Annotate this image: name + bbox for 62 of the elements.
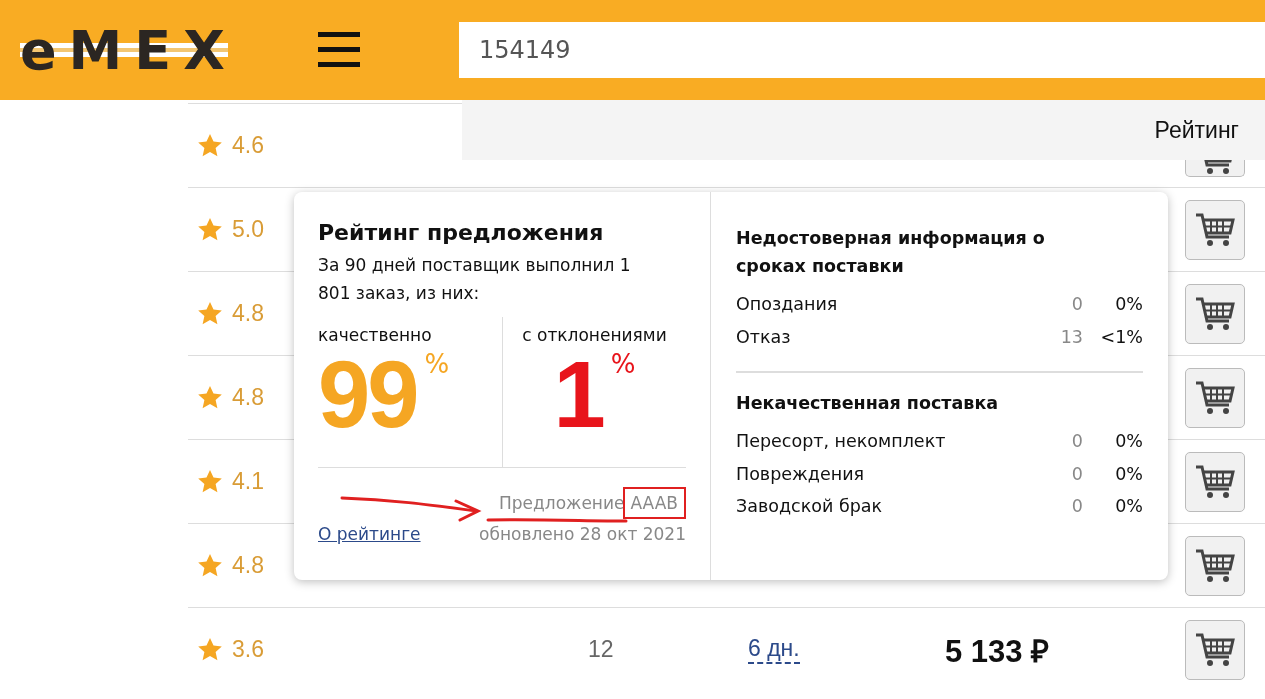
summary-text: За 90 дней поставщик выполнил 1 801 заказ, из них:	[318, 254, 632, 305]
about-rating-link[interactable]: О рейтинге	[318, 524, 421, 544]
rating: 4.8	[232, 552, 264, 579]
cart-icon	[1195, 631, 1235, 668]
cart-icon	[1195, 295, 1235, 332]
percent-sign: %	[610, 349, 636, 379]
metric-label: Повреждения	[736, 462, 866, 486]
metric-percent: 0%	[1114, 462, 1143, 486]
star-icon	[198, 302, 222, 325]
metric-count: 13	[1059, 325, 1083, 349]
metric-count: 0	[1070, 293, 1083, 316]
section-title: Недостоверная информация о сроках поставки	[736, 227, 1046, 278]
search-field[interactable]: 154149	[459, 22, 1265, 78]
percent-sign: %	[424, 349, 450, 379]
metric-label: Отказ	[736, 325, 792, 349]
sort-panel[interactable]: Рейтинг	[462, 100, 1265, 160]
cart-button[interactable]	[1185, 451, 1245, 512]
share-label: с отклонениями	[522, 325, 667, 345]
metric-percent: <1%	[1099, 325, 1143, 349]
star-icon	[198, 470, 222, 493]
quantity: 12	[587, 636, 614, 662]
cart-icon	[1195, 547, 1235, 584]
star-icon	[198, 554, 222, 577]
metric-percent: 0%	[1114, 495, 1143, 518]
cart-button[interactable]	[1185, 283, 1245, 344]
offer-class: AAAB	[622, 487, 686, 519]
cart-icon	[1195, 211, 1235, 248]
rating: 4.8	[232, 384, 264, 411]
popup-title: Рейтинг предложения	[318, 220, 605, 245]
cart-button[interactable]	[1185, 535, 1245, 596]
share-value: 1	[553, 345, 603, 445]
cart-button[interactable]	[1185, 619, 1245, 680]
cart-button[interactable]	[1185, 367, 1245, 428]
delivery-link[interactable]: 6 дн.	[748, 635, 800, 664]
share-label: качественно	[318, 325, 432, 345]
metric-label: Пересорт, некомплект	[736, 430, 947, 453]
price: 5 133 ₽	[944, 633, 1050, 669]
menu-icon[interactable]	[318, 32, 360, 68]
metric-count: 0	[1070, 430, 1083, 453]
star-icon	[198, 638, 222, 661]
section-title: Некачественная поставка	[736, 392, 1000, 415]
metric-count: 0	[1070, 462, 1083, 486]
offer-label: Предложение	[499, 493, 625, 513]
star-icon	[198, 218, 222, 241]
cart-icon	[1195, 379, 1235, 416]
updated-date: обновлено 28 окт 2021	[479, 524, 686, 544]
metric-label: Опоздания	[736, 293, 839, 316]
cart-button[interactable]	[1185, 199, 1245, 260]
rating: 4.8	[232, 300, 264, 327]
star-icon	[198, 386, 222, 409]
metric-count: 0	[1070, 495, 1083, 518]
rating: 4.6	[232, 132, 264, 159]
metric-label: Заводской брак	[736, 495, 884, 518]
rating: 4.1	[232, 468, 264, 495]
metric-percent: 0%	[1114, 293, 1143, 316]
cart-icon	[1195, 463, 1235, 500]
share-value: 99	[318, 345, 417, 445]
rating: 3.6	[232, 636, 264, 663]
metric-percent: 0%	[1114, 430, 1143, 453]
star-icon	[198, 134, 222, 157]
cart-button[interactable]	[1185, 160, 1245, 177]
rating: 5.0	[232, 216, 264, 243]
